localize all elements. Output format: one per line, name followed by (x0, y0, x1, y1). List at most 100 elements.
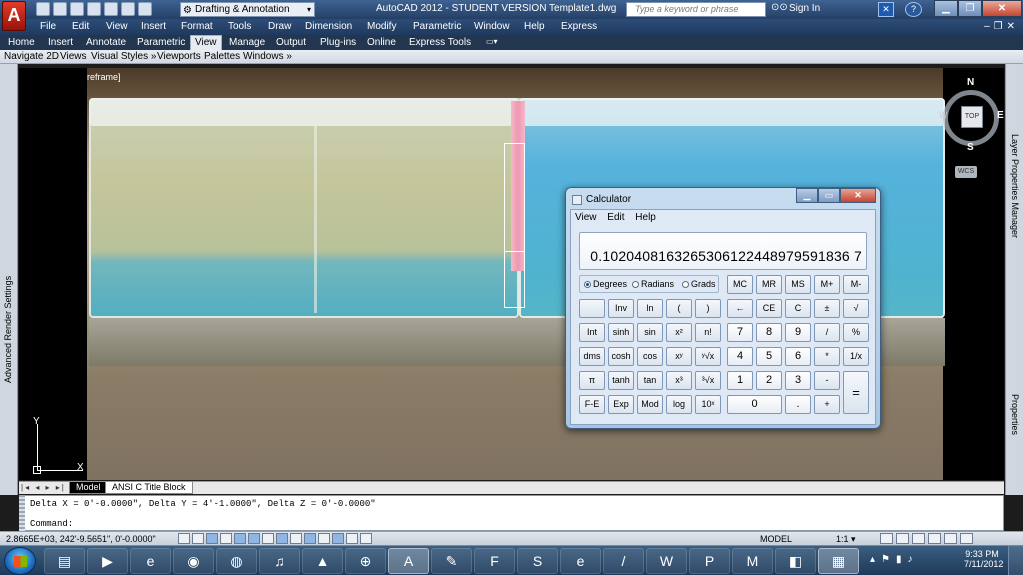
redo-icon[interactable] (138, 2, 152, 16)
autocad-taskbar-icon[interactable]: A (388, 548, 429, 574)
key-sin[interactable]: sin (637, 323, 663, 342)
key-reciprocal[interactable]: 1/x (843, 347, 869, 366)
key-x-squared[interactable]: x² (666, 323, 692, 342)
solidworks-icon[interactable]: S (517, 548, 558, 574)
isolate-objects-icon[interactable] (944, 533, 957, 544)
menu-view[interactable]: View (106, 21, 128, 32)
panel-viewports[interactable]: Viewports (157, 51, 201, 62)
palette-properties[interactable]: Properties (1010, 394, 1020, 435)
compass-south[interactable]: S (967, 142, 974, 153)
coordinate-readout[interactable]: 2.8665E+03, 242'-9.5651", 0'-0.0000" (6, 534, 156, 544)
ribbon-minimize-icon[interactable]: ▭▾ (486, 37, 506, 47)
key-sinh[interactable]: sinh (608, 323, 634, 342)
key-mr[interactable]: MR (756, 275, 782, 294)
calc-minimize-button[interactable]: ▁ (796, 188, 818, 203)
menu-dimension[interactable]: Dimension (305, 21, 352, 32)
calc-menu-help[interactable]: Help (635, 212, 656, 223)
maximize-button[interactable]: ❐ (958, 0, 982, 17)
key-m-minus[interactable]: M- (843, 275, 869, 294)
viewport-style-label[interactable]: reframe] (87, 72, 121, 82)
tab-model[interactable]: Model (69, 482, 108, 494)
mode-grads[interactable]: Grads (682, 279, 716, 289)
help-icon[interactable]: ? (905, 2, 922, 17)
menu-tools[interactable]: Tools (228, 21, 251, 32)
key-x-cubed[interactable]: x³ (666, 371, 692, 390)
grid-toggle[interactable] (206, 533, 218, 544)
key-m-plus[interactable]: M+ (814, 275, 840, 294)
internet-explorer-icon[interactable]: e (130, 548, 171, 574)
document-window-controls[interactable]: –❐✕ (984, 21, 1019, 32)
itunes-icon[interactable]: ♫ (259, 548, 300, 574)
key-0[interactable]: 0 (727, 395, 782, 414)
tab-output[interactable]: Output (276, 37, 306, 48)
otrack-toggle[interactable] (276, 533, 288, 544)
key-c[interactable]: C (785, 299, 811, 318)
ortho-toggle[interactable] (220, 533, 232, 544)
key-ten-pow-x[interactable]: 10ˣ (695, 395, 721, 414)
sc-toggle[interactable] (360, 533, 372, 544)
menu-insert[interactable]: Insert (141, 21, 166, 32)
key-open-paren[interactable]: ( (666, 299, 692, 318)
key-5[interactable]: 5 (756, 347, 782, 366)
key-ms[interactable]: MS (785, 275, 811, 294)
search-input[interactable]: Type a keyword or phrase (626, 2, 766, 17)
chrome-icon[interactable]: ◉ (173, 548, 214, 574)
compass-north[interactable]: N (967, 77, 974, 88)
tab-manage[interactable]: Manage (229, 37, 265, 48)
pj-app-icon[interactable]: P (689, 548, 730, 574)
key-mc[interactable]: MC (727, 275, 753, 294)
tab-annotate[interactable]: Annotate (86, 37, 126, 48)
menu-window[interactable]: Window (474, 21, 510, 32)
viewcube[interactable]: TOP N S E W WCS (937, 76, 1004, 186)
key-1[interactable]: 1 (727, 371, 753, 390)
minimize-button[interactable]: ▁ (934, 0, 958, 17)
exchange-icon[interactable]: ✕ (878, 2, 894, 17)
menu-modify[interactable]: Modify (367, 21, 396, 32)
command-line[interactable]: Delta X = 0'-0.0000", Delta Y = 4'-1.000… (19, 495, 1004, 531)
key-percent[interactable]: % (843, 323, 869, 342)
firefox-icon[interactable]: ◍ (216, 548, 257, 574)
tray-expand-icon[interactable]: ▴ (870, 554, 875, 565)
tpy-toggle[interactable] (332, 533, 344, 544)
menu-format[interactable]: Format (181, 21, 213, 32)
infer-constraints-toggle[interactable] (178, 533, 190, 544)
layout-nav-arrows[interactable]: |◂ ◂ ▸ ▸| (21, 483, 66, 492)
key-factorial[interactable]: n! (695, 323, 721, 342)
key-inv[interactable]: Inv (608, 299, 634, 318)
key-close-paren[interactable]: ) (695, 299, 721, 318)
print-icon[interactable] (104, 2, 118, 16)
key-decimal[interactable]: . (785, 395, 811, 414)
sign-in-link[interactable]: Sign In (789, 3, 820, 14)
key-divide[interactable]: / (814, 323, 840, 342)
key-4[interactable]: 4 (727, 347, 753, 366)
volume-icon[interactable]: ♪ (908, 554, 913, 565)
clean-screen-icon[interactable] (960, 533, 973, 544)
palette-layer-properties[interactable]: Layer Properties Manager (1010, 134, 1020, 238)
key-9[interactable]: 9 (785, 323, 811, 342)
key-backspace[interactable]: ← (727, 299, 753, 318)
menu-help[interactable]: Help (524, 21, 545, 32)
w-app-icon[interactable]: W (646, 548, 687, 574)
key-subtract[interactable]: - (814, 371, 840, 390)
key-mod[interactable]: Mod (637, 395, 663, 414)
hardware-acceleration-icon[interactable] (928, 533, 941, 544)
polar-toggle[interactable] (234, 533, 246, 544)
mode-radians[interactable]: Radians (632, 279, 674, 289)
menu-draw[interactable]: Draw (268, 21, 291, 32)
undo-icon[interactable] (121, 2, 135, 16)
vlc-icon[interactable]: ▲ (302, 548, 343, 574)
key-blank[interactable] (579, 299, 605, 318)
key-dms[interactable]: dms (579, 347, 605, 366)
fl-studio-icon[interactable]: ✎ (431, 548, 472, 574)
qp-toggle[interactable] (346, 533, 358, 544)
tab-home[interactable]: Home (8, 37, 35, 48)
annotation-scale[interactable]: 1:1 ▾ (836, 534, 856, 545)
dyn-toggle[interactable] (304, 533, 316, 544)
key-multiply[interactable]: * (814, 347, 840, 366)
key-cos[interactable]: cos (637, 347, 663, 366)
calc-menu-edit[interactable]: Edit (607, 212, 624, 223)
lock-icon[interactable] (912, 533, 925, 544)
close-button[interactable]: ✕ (982, 0, 1022, 17)
tab-express-tools[interactable]: Express Tools (409, 37, 471, 48)
key-pi[interactable]: π (579, 371, 605, 390)
